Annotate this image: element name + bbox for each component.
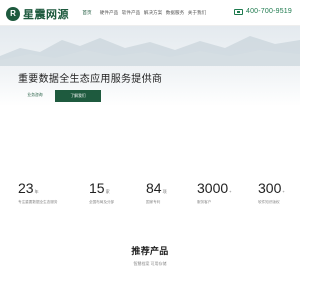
site-header: R 星震网源 首页 硬件产品 软件产品 解决方案 数据服务 关于我们 400-7… <box>0 0 300 26</box>
stat-item: 84项 国家专利 <box>146 180 167 205</box>
stat-unit: + <box>282 189 285 194</box>
stat-number: 23 <box>18 180 34 196</box>
nav-item-data-services[interactable]: 数据服务 <box>164 10 186 16</box>
hero-title: 重要数据全生态应用服务提供商 <box>18 74 163 85</box>
stat-unit: 年 <box>34 189 39 194</box>
phone-number: 400-700-9519 <box>246 8 292 15</box>
nav-item-solutions[interactable]: 解决方案 <box>142 10 164 16</box>
hero-banner: 重要数据全生态应用服务提供商 业务咨询 了解我们 <box>0 26 300 160</box>
stat-item: 15家 全国布局及分部 <box>89 180 114 205</box>
main-nav: 首页 硬件产品 软件产品 解决方案 数据服务 关于我们 <box>76 10 208 16</box>
stat-number: 84 <box>146 180 162 196</box>
consult-button[interactable]: 业务咨询 <box>20 90 50 101</box>
logo-mark-icon: R <box>6 7 20 21</box>
stat-unit: 家 <box>105 189 110 194</box>
stat-label: 专注重要数据全生态服务 <box>18 200 58 204</box>
stats-section: 23年 专注重要数据全生态服务 15家 全国布局及分部 84项 国家专利 300… <box>0 180 300 220</box>
learn-more-button[interactable]: 了解我们 <box>55 90 101 102</box>
nav-item-home[interactable]: 首页 <box>76 10 98 16</box>
mountains-illustration <box>0 36 300 66</box>
nav-item-software[interactable]: 软件产品 <box>120 10 142 16</box>
products-title: 推荐产品 <box>131 246 169 256</box>
stat-label: 服务客户 <box>197 200 212 204</box>
stat-item: 3000+ 服务客户 <box>197 180 232 205</box>
stat-number: 15 <box>89 180 105 196</box>
stat-label: 软件知识版权 <box>258 200 280 204</box>
stat-unit: + <box>229 189 232 194</box>
stat-label: 国家专利 <box>146 200 161 204</box>
products-subtitle: 智慧档案 可用存储 <box>133 261 167 266</box>
phone-contact[interactable]: 400-700-9519 <box>234 8 292 15</box>
stat-item: 300+ 软件知识版权 <box>258 180 285 205</box>
products-section: 推荐产品 智慧档案 可用存储 <box>0 244 300 267</box>
stat-number: 300 <box>258 180 282 196</box>
stat-unit: 项 <box>162 189 167 194</box>
stat-label: 全国布局及分部 <box>89 200 115 204</box>
nav-item-about[interactable]: 关于我们 <box>186 10 208 16</box>
phone-icon <box>234 8 243 15</box>
nav-item-hardware[interactable]: 硬件产品 <box>98 10 120 16</box>
stat-item: 23年 专注重要数据全生态服务 <box>18 180 58 205</box>
stat-number: 3000 <box>197 180 229 196</box>
logo[interactable]: R 星震网源 <box>6 6 69 22</box>
logo-text: 星震网源 <box>23 8 69 21</box>
